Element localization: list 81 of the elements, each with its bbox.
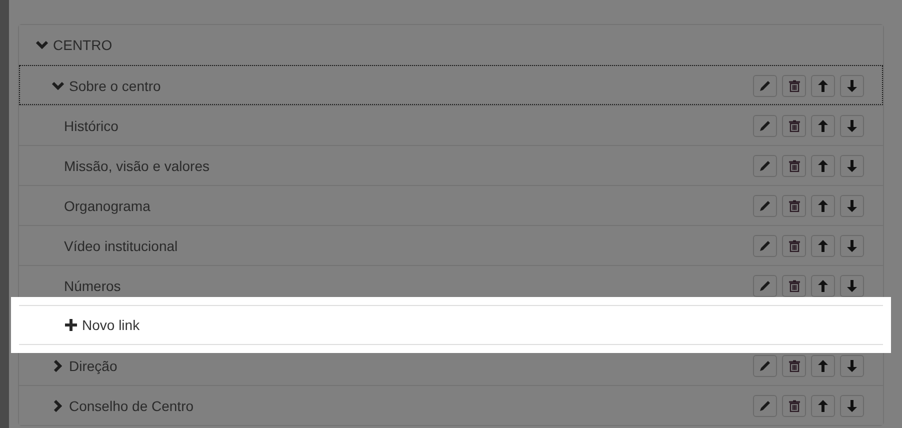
link-label: Histórico [64,118,120,134]
arrow-up-icon [818,280,828,292]
pencil-icon [759,160,771,172]
trash-icon [788,160,800,172]
arrow-up-icon [818,200,828,212]
edit-button[interactable] [753,74,777,96]
arrow-down-icon [847,200,857,212]
delete-button[interactable] [782,354,806,376]
chevron-right-icon[interactable] [53,360,62,372]
arrow-up-icon [818,160,828,172]
section-title: CENTRO [53,37,114,53]
move-up-button[interactable] [811,234,835,256]
arrow-down-icon [847,400,857,412]
link-label: Organograma [64,198,152,214]
edit-button[interactable] [753,114,777,136]
delete-button[interactable] [782,154,806,176]
trash-icon [788,240,800,252]
trash-icon [788,80,800,92]
move-down-button[interactable] [840,274,864,296]
arrow-up-icon [818,240,828,252]
pencil-icon [759,400,771,412]
chevron-right-icon[interactable] [53,400,62,412]
link-label: Vídeo institucional [64,238,179,254]
move-down-button[interactable] [840,394,864,416]
trash-icon [788,280,800,292]
move-up-button[interactable] [811,394,835,416]
move-down-button[interactable] [840,74,864,96]
arrow-up-icon [818,120,828,132]
move-down-button[interactable] [840,354,864,376]
menu-item[interactable]: Conselho de Centro [19,385,883,425]
move-down-button[interactable] [840,154,864,176]
pencil-icon [759,80,771,92]
arrow-down-icon [847,120,857,132]
move-up-button[interactable] [811,74,835,96]
menu-item-label: Conselho de Centro [69,398,195,414]
pencil-icon [759,120,771,132]
move-up-button[interactable] [811,154,835,176]
edit-button[interactable] [753,394,777,416]
move-down-button[interactable] [840,114,864,136]
pencil-icon [759,200,771,212]
delete-button[interactable] [782,114,806,136]
pencil-icon [759,360,771,372]
link-label: Números [64,278,122,294]
plus-icon [64,319,76,331]
trash-icon [788,200,800,212]
delete-button[interactable] [782,274,806,296]
delete-button[interactable] [782,394,806,416]
arrow-up-icon [818,80,828,92]
menu-item[interactable]: Sobre o centro [19,65,883,105]
move-up-button[interactable] [811,274,835,296]
delete-button[interactable] [782,234,806,256]
link-label: Missão, visão e valores [64,158,211,174]
move-up-button[interactable] [811,354,835,376]
chevron-down-icon[interactable] [36,40,48,50]
arrow-up-icon [818,400,828,412]
move-down-button[interactable] [840,234,864,256]
edit-button[interactable] [753,234,777,256]
move-down-button[interactable] [840,194,864,216]
pencil-icon [759,280,771,292]
trash-icon [788,120,800,132]
edit-button[interactable] [753,194,777,216]
arrow-down-icon [847,160,857,172]
delete-button[interactable] [782,74,806,96]
chevron-down-icon[interactable] [52,80,64,90]
trash-icon [788,400,800,412]
pencil-icon [759,240,771,252]
menu-item-label: Direção [69,358,118,374]
add-link-label: Novo link [82,317,141,333]
edit-button[interactable] [753,154,777,176]
move-up-button[interactable] [811,114,835,136]
arrow-down-icon [847,280,857,292]
arrow-down-icon [847,80,857,92]
arrow-down-icon [847,360,857,372]
arrow-down-icon [847,240,857,252]
delete-button[interactable] [782,194,806,216]
menu-item-label: Sobre o centro [69,78,162,94]
trash-icon [788,360,800,372]
arrow-up-icon [818,360,828,372]
edit-button[interactable] [753,354,777,376]
move-up-button[interactable] [811,194,835,216]
edit-button[interactable] [753,274,777,296]
